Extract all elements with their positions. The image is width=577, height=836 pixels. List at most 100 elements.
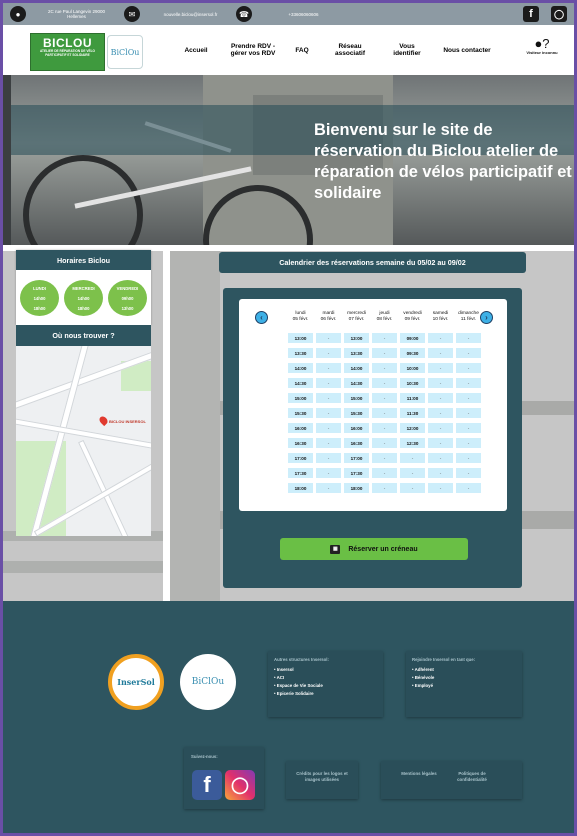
insersol-logo[interactable]: InserSol bbox=[108, 654, 164, 710]
biclou-footer-logo[interactable]: BiClOu bbox=[180, 654, 236, 710]
calendar-slot[interactable]: 18:00 bbox=[288, 483, 313, 493]
footer-link-evs[interactable]: Espace de Vie Sociale bbox=[274, 682, 377, 690]
user-label: Visiteur inconnu bbox=[526, 50, 558, 55]
calendar-day-header: dimanche 11 févr. bbox=[455, 311, 482, 323]
nav-prendre-rdv[interactable]: Prendre RDV - gérer vos RDV bbox=[227, 43, 279, 58]
biclou-round-logo[interactable]: BiClOu bbox=[107, 35, 143, 69]
calendar-slot: - bbox=[316, 408, 341, 418]
calendar-slot: - bbox=[372, 423, 397, 433]
calendar-slot[interactable]: 16:30 bbox=[344, 438, 369, 448]
calendar-slot[interactable]: 09:30 bbox=[400, 348, 425, 358]
email-link[interactable]: nouvelle.biclou@insersol.fr bbox=[153, 3, 228, 25]
calendar-slot[interactable]: 16:00 bbox=[344, 423, 369, 433]
calendar-slot[interactable]: 17:30 bbox=[288, 468, 313, 478]
hero-title: Bienvenu sur le site de réservation du B… bbox=[314, 121, 572, 202]
instagram-icon[interactable]: ◯ bbox=[551, 6, 567, 22]
calendar-slot: - bbox=[400, 468, 425, 478]
map-pin-icon[interactable] bbox=[97, 414, 110, 427]
calendar-slot[interactable]: 16:00 bbox=[288, 423, 313, 433]
privacy-link[interactable]: Politiques de confidentialité bbox=[449, 771, 495, 782]
calendar-slot[interactable]: 14:30 bbox=[288, 378, 313, 388]
calendar-slot[interactable]: 12:30 bbox=[400, 438, 425, 448]
calendar-slot: - bbox=[316, 333, 341, 343]
calendar-slot[interactable]: 11:30 bbox=[400, 408, 425, 418]
credits-link[interactable]: Crédits pour les logos et images utilisé… bbox=[290, 771, 354, 782]
calendar-day-date: 07 févr. bbox=[348, 317, 365, 323]
calendar-slot[interactable]: 10:30 bbox=[400, 378, 425, 388]
day-name: VENDREDI bbox=[116, 286, 139, 291]
calendar-slot[interactable]: 15:30 bbox=[288, 408, 313, 418]
calendar-slot: - bbox=[456, 348, 481, 358]
whatsapp-icon: ☎ bbox=[236, 6, 252, 22]
calendar-slot: - bbox=[372, 453, 397, 463]
footer-link-benevole[interactable]: Bénévole bbox=[412, 674, 516, 682]
calendar-slot: - bbox=[456, 393, 481, 403]
biclou-logo[interactable]: BICLOU ATELIER DE RÉPARATION DE VÉLO PAR… bbox=[30, 33, 105, 71]
calendar-slot: - bbox=[456, 483, 481, 493]
reserve-button[interactable]: ▦ Réserver un créneau bbox=[280, 538, 468, 560]
calendar-slot[interactable]: 09:00 bbox=[400, 333, 425, 343]
calendar-slot[interactable]: 17:00 bbox=[288, 453, 313, 463]
user-question-icon: ●? bbox=[534, 36, 550, 51]
legal-link[interactable]: Mentions légales bbox=[401, 771, 437, 777]
follow-title: Suivez-nous: bbox=[191, 754, 218, 759]
chevron-left-icon[interactable]: ‹ bbox=[255, 311, 268, 324]
footer-link-epicerie[interactable]: Epicerie Solidaire bbox=[274, 690, 377, 698]
calendar-slot[interactable]: 13:30 bbox=[288, 348, 313, 358]
calendar-slot[interactable]: 10:00 bbox=[400, 363, 425, 373]
calendar-slot: - bbox=[316, 393, 341, 403]
calendar-slot: - bbox=[372, 333, 397, 343]
calendar-slot[interactable]: 17:00 bbox=[344, 453, 369, 463]
footer-link-insersol[interactable]: Insersol bbox=[274, 666, 377, 674]
calendar-slot[interactable]: 12:00 bbox=[400, 423, 425, 433]
hours-title: Horaires Biclou bbox=[16, 250, 151, 270]
calendar-slot[interactable]: 15:30 bbox=[344, 408, 369, 418]
panel-shade bbox=[170, 251, 220, 601]
facebook-icon[interactable]: f bbox=[523, 6, 539, 22]
hours-day-monday: LUNDI 14h00 18h00 bbox=[20, 280, 59, 316]
calendar-slot: - bbox=[428, 378, 453, 388]
phone-link[interactable]: +33606060606 bbox=[266, 3, 341, 25]
facebook-icon[interactable]: f bbox=[192, 770, 222, 800]
location-map[interactable]: BICLOU INSERSOL bbox=[16, 346, 151, 536]
calendar-slot[interactable]: 15:00 bbox=[288, 393, 313, 403]
page: ● 2C rue Paul Langevin 29000 Hellemes ✉ … bbox=[3, 3, 574, 833]
calendar-slot[interactable]: 11:00 bbox=[400, 393, 425, 403]
calendar-slot[interactable]: 15:00 bbox=[344, 393, 369, 403]
calendar-slot: - bbox=[428, 453, 453, 463]
reserve-label: Réserver un créneau bbox=[348, 545, 418, 553]
calendar-slot: - bbox=[456, 438, 481, 448]
calendar-slot: - bbox=[372, 393, 397, 403]
calendar-slot[interactable]: 17:30 bbox=[344, 468, 369, 478]
calendar-slot[interactable]: 14:00 bbox=[288, 363, 313, 373]
footer-link-employe[interactable]: Employé bbox=[412, 682, 516, 690]
calendar-slot[interactable]: 13:30 bbox=[344, 348, 369, 358]
calendar-slot: - bbox=[456, 378, 481, 388]
calendar-slot: - bbox=[456, 363, 481, 373]
calendar-slot[interactable]: 13:00 bbox=[344, 333, 369, 343]
address-text: 2C rue Paul Langevin 29000 Hellemes bbox=[47, 9, 106, 19]
envelope-icon: ✉ bbox=[124, 6, 140, 22]
calendar-slot[interactable]: 18:00 bbox=[344, 483, 369, 493]
day-close: 18h00 bbox=[77, 306, 90, 312]
calendar-slot[interactable]: 14:00 bbox=[344, 363, 369, 373]
nav-contact[interactable]: Nous contacter bbox=[439, 47, 495, 54]
nav-accueil[interactable]: Accueil bbox=[179, 47, 213, 54]
nav-reseau[interactable]: Réseau associatif bbox=[331, 43, 369, 58]
calendar-slot[interactable]: 16:30 bbox=[288, 438, 313, 448]
calendar-slot[interactable]: 14:30 bbox=[344, 378, 369, 388]
logo-subtitle: ATELIER DE RÉPARATION DE VÉLO PARTICIPAT… bbox=[39, 49, 96, 57]
instagram-icon[interactable]: ◯ bbox=[225, 770, 255, 800]
logo-title: BICLOU bbox=[43, 36, 92, 50]
calendar-slot[interactable]: 13:00 bbox=[288, 333, 313, 343]
calendar-slot: - bbox=[400, 453, 425, 463]
footer-link-adherent[interactable]: Adhérent bbox=[412, 666, 516, 674]
footer-link-aci[interactable]: ACI bbox=[274, 674, 377, 682]
user-menu[interactable]: ●? Visiteur inconnu bbox=[518, 37, 566, 55]
day-open: 14h00 bbox=[77, 296, 90, 302]
nav-identifier[interactable]: Vous identifier bbox=[389, 43, 425, 58]
calendar-slot: - bbox=[456, 333, 481, 343]
nav-faq[interactable]: FAQ bbox=[291, 47, 313, 54]
calendar-slot: - bbox=[400, 483, 425, 493]
join-box: Rejoindre Insersol en tant que: Adhérent… bbox=[406, 651, 522, 717]
